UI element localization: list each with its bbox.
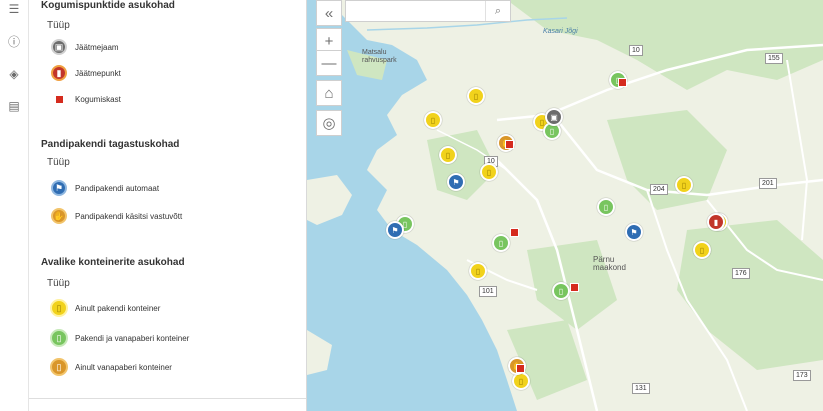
paper-bin-icon: ▯ xyxy=(49,357,69,377)
legend-item: ▣ Jäätmejaam xyxy=(49,37,119,57)
locate-icon: ◎ xyxy=(322,115,336,132)
zoom-out-button[interactable]: — xyxy=(316,50,342,76)
legend-icon[interactable]: ☰ xyxy=(7,2,21,16)
legend-item: Kogumiskast xyxy=(49,89,121,109)
legend-item-label: Kogumiskast xyxy=(75,94,121,104)
legend-item: ▯ Pakendi ja vanapaberi konteiner xyxy=(49,328,189,348)
packaging-bin-icon: ▯ xyxy=(49,298,69,318)
search-widget: ⌕ xyxy=(345,0,511,22)
layers-icon[interactable]: ◈ xyxy=(7,67,21,81)
road-shield: 173 xyxy=(793,370,811,381)
legend-item-label: Pakendi ja vanapaberi konteiner xyxy=(75,333,190,343)
county-label: Pärnu maakond xyxy=(593,255,626,272)
legend-card-title: Kogumispunktide asukohad xyxy=(41,0,175,11)
packaging-paper-container-marker[interactable]: ▯ xyxy=(492,234,510,252)
legend-card-collection-points: Kogumispunktide asukohad Tüüp ▣ Jäätmeja… xyxy=(29,0,306,130)
packaging-paper-bin-icon: ▯ xyxy=(49,328,69,348)
legend-item-label: Ainult vanapaberi konteiner xyxy=(75,362,172,372)
legend-item-label: Jäätmepunkt xyxy=(75,68,121,78)
double-chevron-left-icon: « xyxy=(324,4,334,22)
packaging-container-marker[interactable]: ▯ xyxy=(675,176,693,194)
road-shield: 204 xyxy=(650,184,668,195)
search-icon: ⌕ xyxy=(494,4,502,17)
plus-icon: + xyxy=(324,32,334,50)
legend-item: ▯ Ainult vanapaberi konteiner xyxy=(49,357,172,377)
waste-station-marker[interactable]: ▣ xyxy=(545,108,563,126)
packaging-paper-container-marker[interactable]: ▯ xyxy=(552,282,570,300)
waste-point-icon: ▮ xyxy=(49,63,69,83)
legend-item: ▯ Ainult pakendi konteiner xyxy=(49,298,160,318)
collection-box-marker[interactable] xyxy=(516,364,525,373)
waste-point-marker[interactable]: ▮ xyxy=(707,213,725,231)
deposit-machine-marker[interactable]: ⚑ xyxy=(447,173,465,191)
packaging-container-marker[interactable]: ▯ xyxy=(480,163,498,181)
road-shield: 155 xyxy=(765,53,783,64)
sidebar-rail: ☰ ⓘ ◈ ▤ xyxy=(0,0,29,411)
legend-panel: Kogumispunktide asukohad Tüüp ▣ Jäätmeja… xyxy=(29,0,307,411)
deposit-machine-marker[interactable]: ⚑ xyxy=(625,223,643,241)
collection-box-marker[interactable] xyxy=(618,78,627,87)
minus-icon: — xyxy=(321,54,337,72)
search-input[interactable] xyxy=(348,2,488,20)
legend-type-label: Tüüp xyxy=(47,157,70,168)
collection-box-icon xyxy=(49,89,69,109)
search-button[interactable]: ⌕ xyxy=(485,1,510,21)
home-button[interactable]: ⌂ xyxy=(316,80,342,106)
packaging-paper-container-marker[interactable]: ▯ xyxy=(597,198,615,216)
waste-station-icon: ▣ xyxy=(49,37,69,57)
legend-item-label: Jäätmejaam xyxy=(75,42,119,52)
legend-type-label: Tüüp xyxy=(47,20,70,31)
packaging-container-marker[interactable]: ▯ xyxy=(424,111,442,129)
deposit-machine-icon: ⚑ xyxy=(49,178,69,198)
packaging-container-marker[interactable]: ▯ xyxy=(467,87,485,105)
legend-item: ▮ Jäätmepunkt xyxy=(49,63,121,83)
legend-item: ✋ Pandipakendi käsitsi vastuvõtt xyxy=(49,206,182,226)
legend-card-public-containers: Avalike konteinerite asukohad Tüüp ▯ Ain… xyxy=(29,247,306,399)
deposit-machine-marker[interactable]: ⚑ xyxy=(386,221,404,239)
legend-card-title: Avalike konteinerite asukohad xyxy=(41,257,185,268)
legend-item-label: Ainult pakendi konteiner xyxy=(75,303,161,313)
collection-box-marker[interactable] xyxy=(570,283,579,292)
legend-type-label: Tüüp xyxy=(47,278,70,289)
legend-item-label: Pandipakendi automaat xyxy=(75,183,160,193)
legend-card-deposit-returns: Pandipakendi tagastuskohad Tüüp ⚑ Pandip… xyxy=(29,129,306,248)
river-label: Kasari Jõgi xyxy=(543,28,578,35)
description-icon[interactable]: ▤ xyxy=(7,99,21,113)
locate-button[interactable]: ◎ xyxy=(316,110,342,136)
home-icon: ⌂ xyxy=(324,84,334,102)
road-shield: 10 xyxy=(629,45,643,56)
collapse-panel-button[interactable]: « xyxy=(316,0,342,26)
collection-box-marker[interactable] xyxy=(510,228,519,237)
road-shield: 201 xyxy=(759,178,777,189)
legend-item: ⚑ Pandipakendi automaat xyxy=(49,178,159,198)
collection-box-marker[interactable] xyxy=(505,140,514,149)
packaging-container-marker[interactable]: ▯ xyxy=(469,262,487,280)
road-shield: 176 xyxy=(732,268,750,279)
legend-item-label: Pandipakendi käsitsi vastuvõtt xyxy=(75,211,183,221)
road-shield: 101 xyxy=(479,286,497,297)
packaging-container-marker[interactable]: ▯ xyxy=(439,146,457,164)
park-label: Matsalu rahvuspark xyxy=(362,49,397,64)
packaging-container-marker[interactable]: ▯ xyxy=(693,241,711,259)
legend-card-title: Pandipakendi tagastuskohad xyxy=(41,139,180,150)
info-icon[interactable]: ⓘ xyxy=(7,35,21,49)
road-shield: 131 xyxy=(632,383,650,394)
map-view[interactable]: Matsalu rahvuspark Kasari Jõgi Pärnu maa… xyxy=(307,0,823,411)
manual-return-icon: ✋ xyxy=(49,206,69,226)
